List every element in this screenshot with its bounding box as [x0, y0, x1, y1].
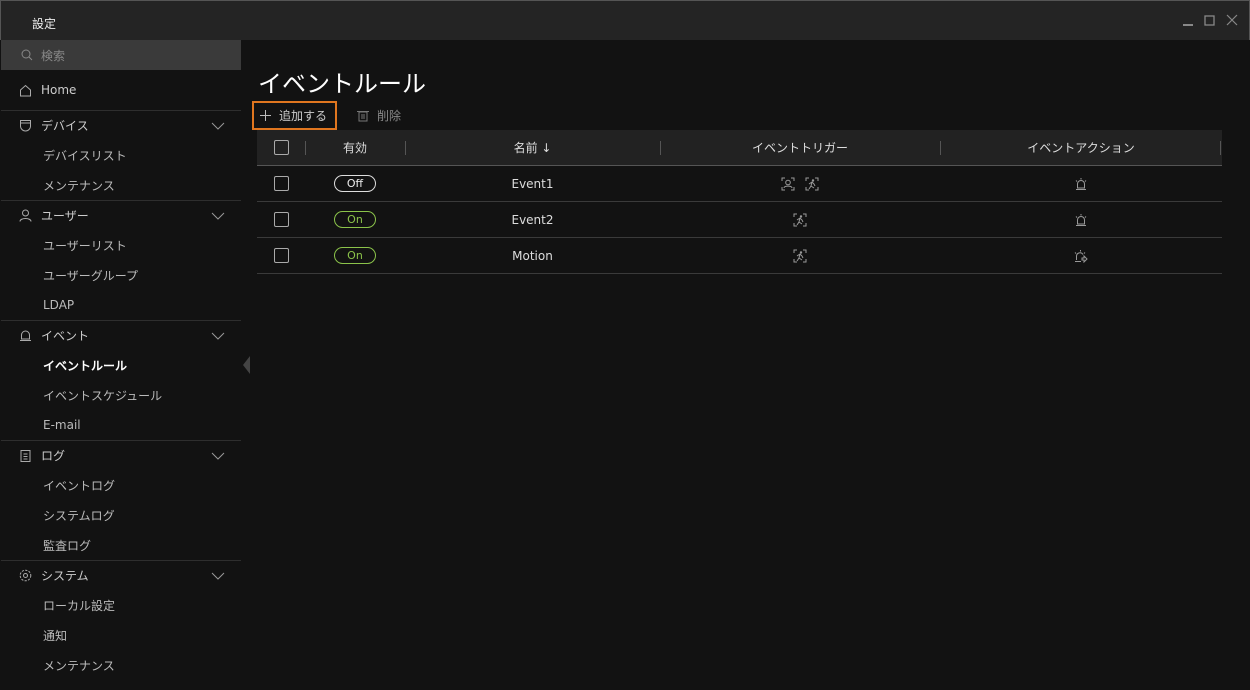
- title-bar: 設定: [0, 0, 1250, 40]
- enabled-toggle[interactable]: Off: [334, 175, 376, 192]
- column-action[interactable]: イベントアクション: [1027, 139, 1134, 156]
- sidebar-group-1[interactable]: ユーザー: [1, 200, 241, 230]
- user-icon: [19, 209, 32, 222]
- search-input[interactable]: 検索: [1, 40, 241, 70]
- search-icon: [21, 49, 33, 61]
- alarm-output-icon: [1074, 249, 1088, 263]
- clipboard-icon: [20, 450, 31, 462]
- add-label: 追加する: [279, 109, 328, 123]
- alarm-icon: [1075, 213, 1087, 226]
- sidebar-group-label: システム: [41, 569, 89, 583]
- event-rules-table: 有効 名前 ↓ イベントトリガー イベントアクション Off Event1 On…: [257, 130, 1222, 274]
- window-title: 設定: [32, 17, 57, 31]
- delete-label: 削除: [377, 109, 402, 123]
- table-row[interactable]: On Motion: [257, 238, 1222, 274]
- camera-icon: [20, 120, 31, 132]
- sidebar-group-2[interactable]: イベント: [1, 320, 241, 350]
- home-icon: [20, 84, 31, 96]
- column-enabled[interactable]: 有効: [343, 139, 367, 156]
- gear-icon: [19, 569, 32, 582]
- sidebar-item[interactable]: ユーザーグループ: [1, 260, 241, 290]
- sidebar-item[interactable]: 通知: [1, 620, 241, 650]
- chevron-down-icon[interactable]: [211, 449, 225, 463]
- motion-detection-icon: [793, 249, 807, 262]
- motion-detection-icon: [805, 177, 819, 190]
- search-placeholder: 検索: [41, 48, 66, 63]
- main-content: イベントルール 追加する 削除 有効 名前 ↓ イベントトリガー イベントアクシ…: [241, 40, 1249, 689]
- table-row[interactable]: On Event2: [257, 202, 1222, 238]
- sidebar-item[interactable]: イベントルール: [1, 350, 241, 380]
- enabled-toggle[interactable]: On: [334, 247, 376, 264]
- sidebar-item[interactable]: メンテナンス: [1, 170, 241, 200]
- face-detection-icon: [781, 177, 795, 190]
- add-button[interactable]: 追加する: [252, 101, 337, 130]
- sidebar-group-label: ユーザー: [41, 209, 89, 223]
- sidebar-group-label: デバイス: [41, 119, 89, 133]
- plus-icon: [260, 110, 271, 121]
- alarm-icon: [1075, 177, 1087, 190]
- sidebar-item[interactable]: イベントスケジュール: [1, 380, 241, 410]
- sidebar-item-home[interactable]: Home: [1, 70, 241, 110]
- close-icon[interactable]: [1225, 13, 1239, 27]
- row-checkbox[interactable]: [273, 176, 289, 191]
- sidebar-item[interactable]: ローカル設定: [1, 590, 241, 620]
- page-title: イベントルール: [258, 70, 426, 98]
- enabled-toggle[interactable]: On: [334, 211, 376, 228]
- column-trigger[interactable]: イベントトリガー: [752, 139, 848, 156]
- select-all-checkbox[interactable]: [273, 140, 289, 155]
- sidebar-item-label: Home: [41, 83, 77, 97]
- sidebar-item[interactable]: E-mail: [1, 410, 241, 440]
- sidebar-item[interactable]: ユーザーリスト: [1, 230, 241, 260]
- sidebar-item[interactable]: イベントログ: [1, 470, 241, 500]
- sidebar-item[interactable]: デバイスリスト: [1, 140, 241, 170]
- delete-button[interactable]: 削除: [357, 103, 401, 128]
- sidebar-group-0[interactable]: デバイス: [1, 110, 241, 140]
- sidebar-group-4[interactable]: システム: [1, 560, 241, 590]
- sidebar-group-3[interactable]: ログ: [1, 440, 241, 470]
- chevron-down-icon[interactable]: [211, 119, 225, 133]
- row-checkbox[interactable]: [273, 212, 289, 227]
- rule-name: Motion: [512, 248, 553, 263]
- chevron-down-icon[interactable]: [211, 329, 225, 343]
- minimize-icon[interactable]: [1181, 13, 1195, 27]
- alarm-icon: [20, 330, 31, 341]
- column-name[interactable]: 名前 ↓: [514, 141, 552, 155]
- table-row[interactable]: Off Event1: [257, 166, 1222, 202]
- chevron-down-icon[interactable]: [211, 569, 225, 583]
- sidebar-item[interactable]: システムログ: [1, 500, 241, 530]
- sidebar-item[interactable]: LDAP: [1, 290, 241, 320]
- maximize-icon[interactable]: [1203, 13, 1217, 27]
- rule-name: Event1: [511, 176, 554, 191]
- chevron-down-icon[interactable]: [211, 209, 225, 223]
- sidebar-item[interactable]: メンテナンス: [1, 650, 241, 680]
- table-header: 有効 名前 ↓ イベントトリガー イベントアクション: [257, 130, 1222, 166]
- sidebar-group-label: イベント: [41, 329, 90, 343]
- sidebar-item[interactable]: 監査ログ: [1, 530, 241, 560]
- trash-icon: [357, 111, 369, 122]
- sidebar-group-label: ログ: [41, 449, 66, 463]
- motion-detection-icon: [793, 213, 807, 226]
- row-checkbox[interactable]: [273, 248, 289, 263]
- sidebar: 検索 Home デバイス デバイスリスト メンテナンス ユーザー ユーザーリスト ユーザー…: [1, 40, 241, 689]
- rule-name: Event2: [511, 212, 554, 227]
